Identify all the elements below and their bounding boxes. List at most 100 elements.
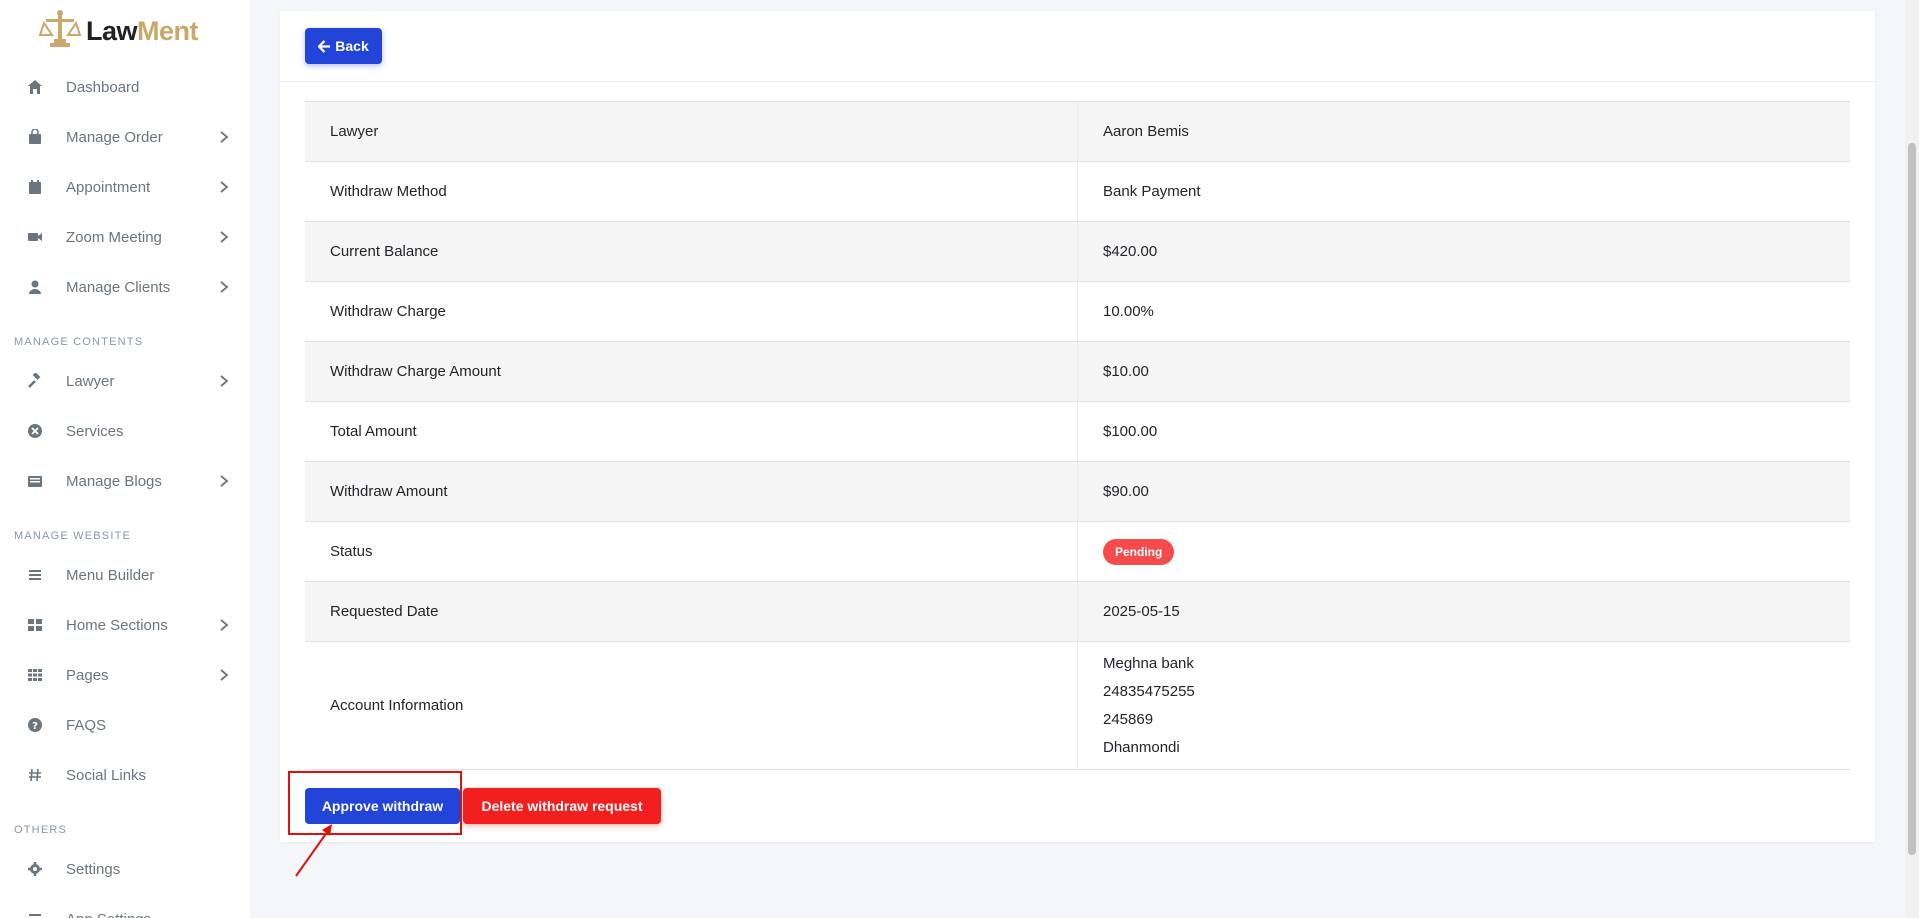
gavel-icon bbox=[28, 373, 41, 388]
chevron-right-icon bbox=[220, 281, 229, 293]
arrow-left-icon bbox=[318, 39, 331, 53]
scrollbar-thumb[interactable] bbox=[1908, 143, 1916, 855]
sidebar-item-label: Menu Builder bbox=[66, 566, 155, 584]
table-row: Withdraw Amount $90.00 bbox=[305, 461, 1850, 522]
row-label: Account Information bbox=[305, 641, 1078, 770]
sidebar-item-dashboard[interactable]: Dashboard bbox=[0, 62, 250, 112]
row-value: $100.00 bbox=[1077, 401, 1850, 462]
annotation-arrow bbox=[295, 824, 332, 877]
back-button-label: Back bbox=[335, 38, 369, 54]
sidebar-item-services[interactable]: Services bbox=[0, 406, 250, 456]
sidebar-item-settings[interactable]: Settings bbox=[0, 844, 250, 894]
chevron-right-icon bbox=[220, 669, 229, 681]
sidebar-item-pages[interactable]: Pages bbox=[0, 650, 250, 700]
sidebar-item-appointment[interactable]: Appointment bbox=[0, 162, 250, 212]
sidebar-item-label: App Settings bbox=[66, 911, 151, 918]
sidebar-item-label: Manage Clients bbox=[66, 278, 171, 296]
sidebar-item-lawyer[interactable]: Lawyer bbox=[0, 356, 250, 406]
table-row: Account Information Meghna bank 24835475… bbox=[305, 641, 1850, 770]
row-value: Aaron Bemis bbox=[1077, 101, 1850, 162]
row-label: Withdraw Charge bbox=[305, 281, 1078, 342]
row-label: Withdraw Amount bbox=[305, 461, 1078, 522]
chevron-right-icon bbox=[220, 131, 229, 143]
table-row: Status Pending bbox=[305, 521, 1850, 582]
table-row: Withdraw Charge Amount $10.00 bbox=[305, 341, 1850, 402]
sidebar-item-label: Settings bbox=[66, 860, 121, 878]
question-circle-icon: ? bbox=[28, 718, 42, 732]
sidebar-header-others: OTHERS bbox=[14, 824, 68, 836]
row-value: $420.00 bbox=[1077, 221, 1850, 282]
gear-icon bbox=[28, 862, 42, 876]
chevron-right-icon bbox=[220, 231, 229, 243]
withdraw-details-table: Lawyer Aaron Bemis Withdraw Method Bank Pay… bbox=[305, 101, 1850, 770]
sidebar-item-manage-clients[interactable]: Manage Clients bbox=[0, 262, 250, 312]
account-line: 24835475255 bbox=[1103, 682, 1195, 700]
sidebar-item-zoom-meeting[interactable]: Zoom Meeting bbox=[0, 212, 250, 262]
row-value: Pending bbox=[1077, 521, 1850, 582]
sidebar-item-faqs[interactable]: ? FAQS bbox=[0, 700, 250, 750]
sidebar-item-manage-order[interactable]: Manage Order bbox=[0, 112, 250, 162]
approve-withdraw-button[interactable]: Approve withdraw bbox=[305, 788, 460, 824]
row-value: 10.00% bbox=[1077, 281, 1850, 342]
grid-icon bbox=[28, 619, 42, 631]
brand-logo[interactable]: LawMent bbox=[0, 0, 250, 62]
table-row: Lawyer Aaron Bemis bbox=[305, 101, 1850, 162]
row-label: Total Amount bbox=[305, 401, 1078, 462]
sidebar-item-manage-blogs[interactable]: Manage Blogs bbox=[0, 456, 250, 506]
calendar-icon bbox=[29, 180, 41, 194]
sidebar-item-label: Services bbox=[66, 422, 124, 440]
account-line: 245869 bbox=[1103, 710, 1154, 728]
sidebar: LawMent Dashboard Manage Order Appointment… bbox=[0, 0, 250, 918]
row-label: Withdraw Charge Amount bbox=[305, 341, 1078, 402]
back-button[interactable]: Back bbox=[305, 28, 382, 64]
sidebar-item-label: Pages bbox=[66, 666, 109, 684]
page-scrollbar[interactable] bbox=[1905, 0, 1919, 918]
user-icon bbox=[29, 280, 41, 294]
svg-text:?: ? bbox=[32, 721, 38, 732]
sidebar-item-app-settings[interactable]: App Settings bbox=[0, 894, 250, 918]
row-label: Status bbox=[305, 521, 1078, 582]
bars-icon bbox=[29, 570, 41, 580]
table-row: Withdraw Charge 10.00% bbox=[305, 281, 1850, 342]
bars-icon bbox=[29, 914, 41, 916]
account-line: Meghna bank bbox=[1103, 654, 1194, 672]
row-label: Lawyer bbox=[305, 101, 1078, 162]
account-line: Dhanmondi bbox=[1103, 738, 1180, 756]
row-label: Current Balance bbox=[305, 221, 1078, 282]
sidebar-item-label: Social Links bbox=[66, 766, 147, 784]
hashtag-icon bbox=[29, 768, 41, 782]
scales-of-justice-icon bbox=[38, 10, 82, 47]
account-info-value: Meghna bank 24835475255 245869 Dhanmondi bbox=[1077, 641, 1850, 770]
sidebar-item-label: Appointment bbox=[66, 178, 151, 196]
row-label: Withdraw Method bbox=[305, 161, 1078, 222]
sidebar-item-label: Dashboard bbox=[66, 78, 140, 96]
sidebar-nav-main: Dashboard Manage Order Appointment Zoom Mee… bbox=[0, 62, 250, 312]
sidebar-item-label: Manage Blogs bbox=[66, 472, 162, 490]
table-row: Requested Date 2025-05-15 bbox=[305, 581, 1850, 642]
sidebar-nav-others: Settings App Settings bbox=[0, 844, 250, 918]
shopping-bag-icon bbox=[29, 129, 41, 144]
chevron-right-icon bbox=[220, 375, 229, 387]
th-icon bbox=[28, 669, 42, 681]
sidebar-item-home-sections[interactable]: Home Sections bbox=[0, 600, 250, 650]
brand-name-part1: Law bbox=[86, 15, 138, 46]
chevron-right-icon bbox=[220, 619, 229, 631]
table-row: Current Balance $420.00 bbox=[305, 221, 1850, 282]
row-value: $10.00 bbox=[1077, 341, 1850, 402]
row-value: 2025-05-15 bbox=[1077, 581, 1850, 642]
row-label: Requested Date bbox=[305, 581, 1078, 642]
sidebar-nav-contents: Lawyer Services Manage Blogs bbox=[0, 356, 250, 506]
chevron-right-icon bbox=[220, 475, 229, 487]
sidebar-item-label: FAQS bbox=[66, 716, 107, 734]
sidebar-nav-website: Menu Builder Home Sections Pages? FAQS Socia… bbox=[0, 550, 250, 800]
sidebar-item-label: Lawyer bbox=[66, 372, 115, 390]
delete-withdraw-request-button[interactable]: Delete withdraw request bbox=[463, 788, 661, 824]
sidebar-header-website: MANAGE WEBSITE bbox=[14, 530, 132, 542]
sidebar-item-social-links[interactable]: Social Links bbox=[0, 750, 250, 800]
newspaper-icon bbox=[28, 476, 42, 487]
circle-x-icon bbox=[28, 424, 42, 438]
sidebar-header-contents: MANAGE CONTENTS bbox=[14, 336, 144, 348]
sidebar-item-menu-builder[interactable]: Menu Builder bbox=[0, 550, 250, 600]
row-value: Bank Payment bbox=[1077, 161, 1850, 222]
chevron-right-icon bbox=[220, 181, 229, 193]
